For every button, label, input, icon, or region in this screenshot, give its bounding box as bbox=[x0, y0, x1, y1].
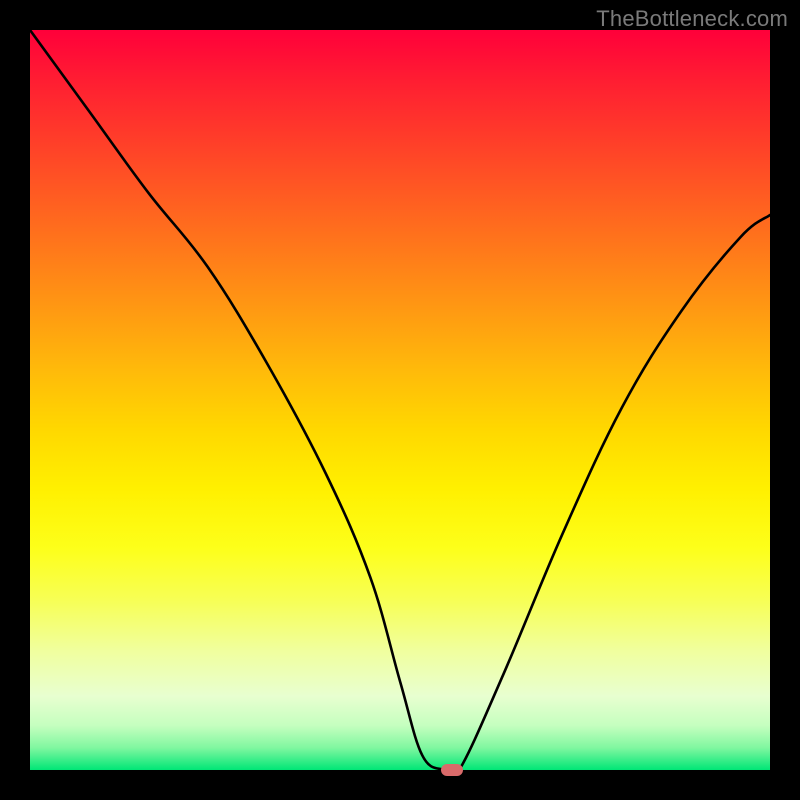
optimal-marker bbox=[441, 764, 463, 776]
bottleneck-curve bbox=[30, 30, 770, 770]
plot-area bbox=[30, 30, 770, 770]
watermark-text: TheBottleneck.com bbox=[596, 6, 788, 32]
chart-frame: TheBottleneck.com bbox=[0, 0, 800, 800]
